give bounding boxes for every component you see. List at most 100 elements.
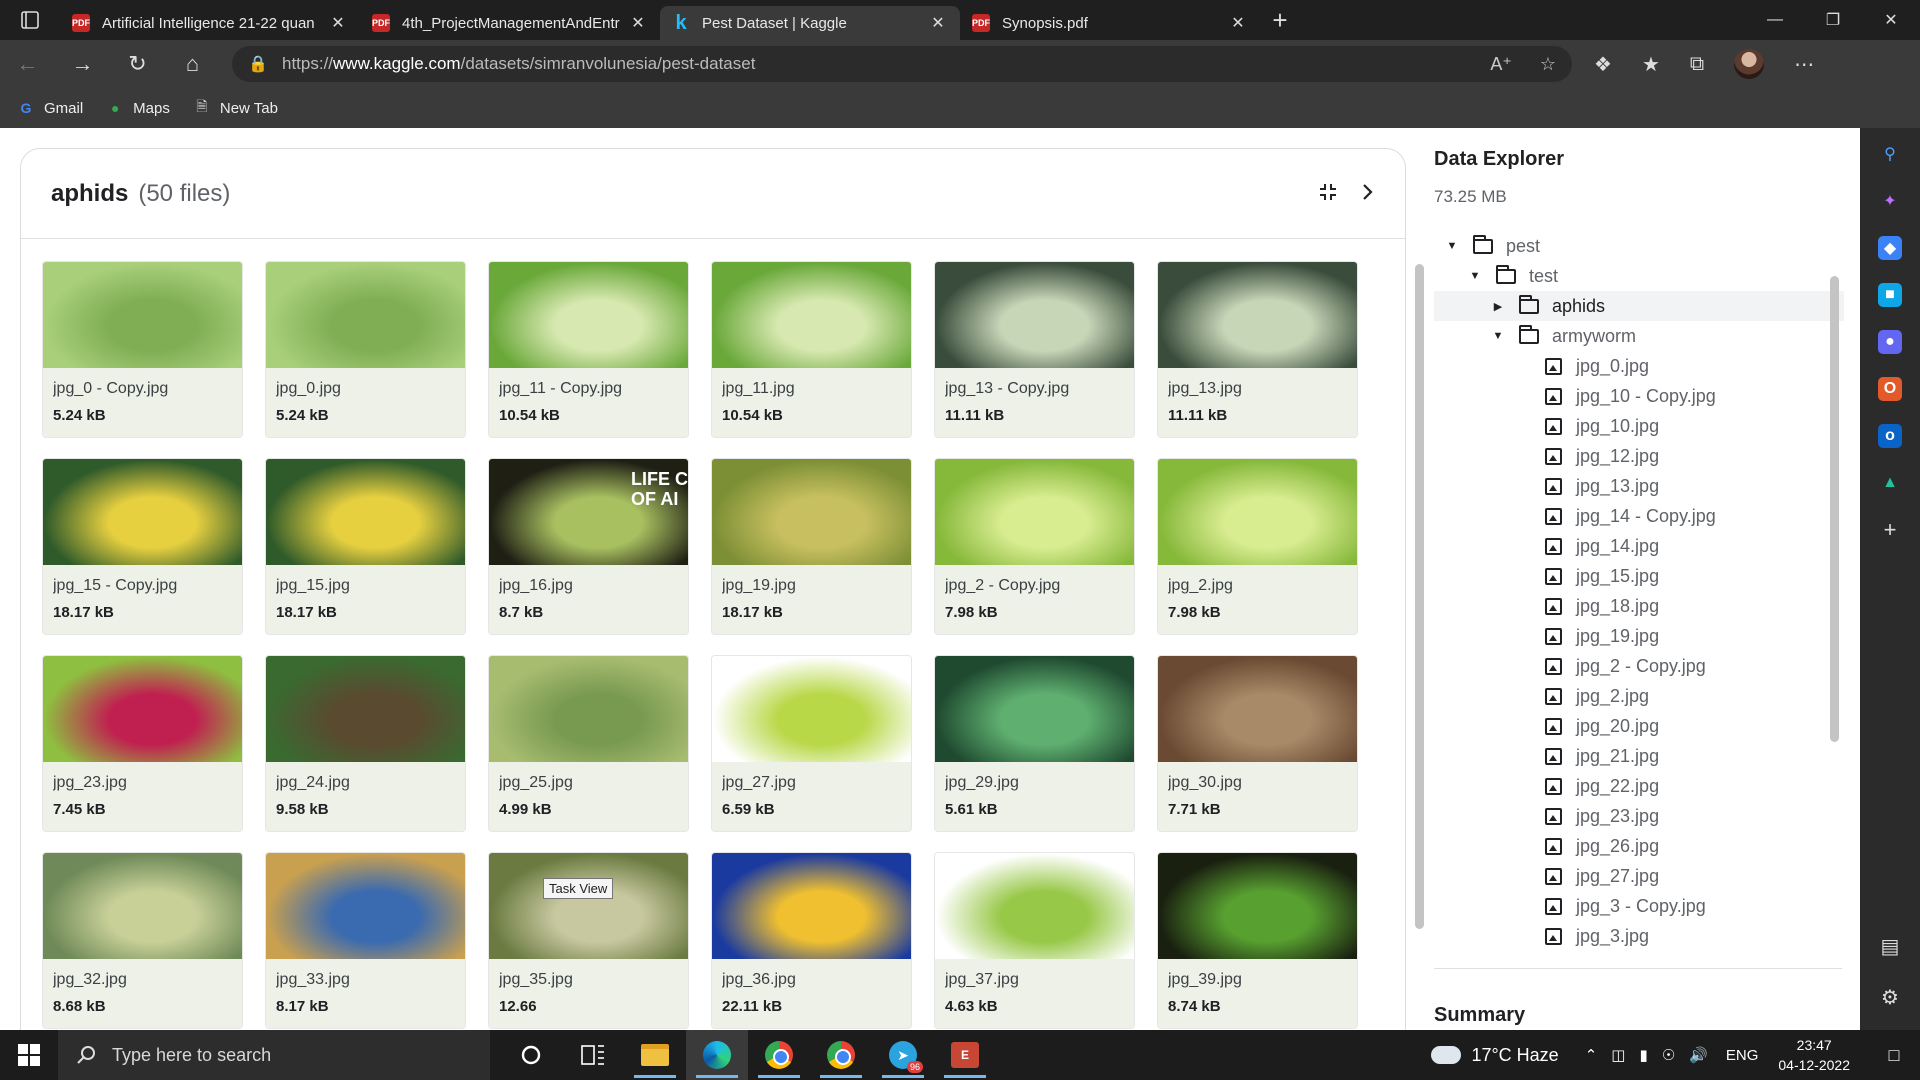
back-button[interactable]: ←: [0, 40, 55, 88]
battery-icon[interactable]: ▮: [1639, 1046, 1647, 1064]
browser-tab[interactable]: PDF Artificial Intelligence 21-22 quan ✕: [60, 6, 360, 40]
tab-actions-button[interactable]: [0, 0, 60, 40]
tree-file[interactable]: jpg_26.jpg: [1434, 831, 1844, 861]
tree-file[interactable]: jpg_0.jpg: [1434, 351, 1844, 381]
file-card[interactable]: jpg_33.jpg 8.17 kB: [265, 852, 466, 1029]
tree-file[interactable]: jpg_19.jpg: [1434, 621, 1844, 651]
chrome-app-2[interactable]: [810, 1030, 872, 1080]
collections-icon[interactable]: ⧉: [1690, 53, 1704, 76]
task-view-button[interactable]: [562, 1030, 624, 1080]
file-card[interactable]: jpg_24.jpg 9.58 kB: [265, 655, 466, 832]
tab-close-icon[interactable]: ✕: [1228, 13, 1248, 33]
add-sidebar-icon[interactable]: +: [1878, 517, 1902, 542]
file-card[interactable]: LIFE C OF AI jpg_16.jpg 8.7 kB: [488, 458, 689, 635]
outlook-icon[interactable]: o: [1878, 424, 1902, 448]
tree-file[interactable]: jpg_15.jpg: [1434, 561, 1844, 591]
file-card[interactable]: jpg_19.jpg 18.17 kB: [711, 458, 912, 635]
caret-down-icon[interactable]: ▼: [1444, 240, 1460, 252]
caret-down-icon[interactable]: ▼: [1467, 270, 1483, 282]
caret-down-icon[interactable]: ▼: [1490, 330, 1506, 342]
file-card[interactable]: jpg_15 - Copy.jpg 18.17 kB: [42, 458, 243, 635]
browser-tab[interactable]: k Pest Dataset | Kaggle ✕: [660, 6, 960, 40]
office-icon[interactable]: O: [1878, 377, 1902, 401]
edge-app[interactable]: [686, 1030, 748, 1080]
cortana-button[interactable]: [500, 1030, 562, 1080]
clock[interactable]: 23:47 04-12-2022: [1778, 1035, 1850, 1075]
file-card[interactable]: jpg_11.jpg 10.54 kB: [711, 261, 912, 438]
file-explorer-app[interactable]: [624, 1030, 686, 1080]
tree-file[interactable]: jpg_3.jpg: [1434, 921, 1844, 951]
file-card[interactable]: jpg_23.jpg 7.45 kB: [42, 655, 243, 832]
collapse-icon[interactable]: [1319, 181, 1337, 207]
tree-file[interactable]: jpg_10.jpg: [1434, 411, 1844, 441]
file-card[interactable]: jpg_25.jpg 4.99 kB: [488, 655, 689, 832]
home-button[interactable]: ⌂: [165, 40, 220, 88]
tree-file[interactable]: jpg_3 - Copy.jpg: [1434, 891, 1844, 921]
tree-file[interactable]: jpg_2 - Copy.jpg: [1434, 651, 1844, 681]
file-card[interactable]: jpg_29.jpg 5.61 kB: [934, 655, 1135, 832]
more-menu-icon[interactable]: ⋯: [1794, 52, 1814, 77]
browser-tab[interactable]: PDF Synopsis.pdf ✕: [960, 6, 1260, 40]
tree-file[interactable]: jpg_23.jpg: [1434, 801, 1844, 831]
discover-icon[interactable]: ✦: [1878, 189, 1902, 213]
file-card[interactable]: jpg_27.jpg 6.59 kB: [711, 655, 912, 832]
tree-file[interactable]: jpg_14.jpg: [1434, 531, 1844, 561]
forward-button[interactable]: →: [55, 40, 110, 88]
url-field[interactable]: 🔒 https://www.kaggle.com/datasets/simran…: [232, 46, 1572, 82]
favorites-icon[interactable]: ★: [1642, 52, 1660, 77]
tree-folder[interactable]: ▼ test: [1434, 261, 1844, 291]
taskbar-search[interactable]: Type here to search: [58, 1030, 490, 1080]
tab-close-icon[interactable]: ✕: [328, 13, 348, 33]
panel-scrollbar[interactable]: [1415, 264, 1424, 929]
search-icon[interactable]: ⚲: [1878, 142, 1902, 166]
tree-file[interactable]: jpg_22.jpg: [1434, 771, 1844, 801]
drop-icon[interactable]: ▲: [1878, 471, 1902, 495]
file-card[interactable]: jpg_37.jpg 4.63 kB: [934, 852, 1135, 1029]
new-tab-button[interactable]: +: [1260, 0, 1300, 40]
file-card[interactable]: jpg_11 - Copy.jpg 10.54 kB: [488, 261, 689, 438]
tree-file[interactable]: jpg_12.jpg: [1434, 441, 1844, 471]
tab-close-icon[interactable]: ✕: [628, 13, 648, 33]
weather-widget[interactable]: 17°C Haze: [1427, 1038, 1559, 1066]
chrome-app-1[interactable]: [748, 1030, 810, 1080]
tree-file[interactable]: jpg_10 - Copy.jpg: [1434, 381, 1844, 411]
start-button[interactable]: [0, 1030, 58, 1080]
lock-icon[interactable]: 🔒: [248, 54, 282, 74]
tools-icon[interactable]: ■: [1878, 283, 1902, 307]
tree-file[interactable]: jpg_27.jpg: [1434, 861, 1844, 891]
file-card[interactable]: jpg_13.jpg 11.11 kB: [1157, 261, 1358, 438]
add-favorite-icon[interactable]: ☆: [1540, 54, 1556, 75]
file-card[interactable]: jpg_32.jpg 8.68 kB: [42, 852, 243, 1029]
file-card[interactable]: jpg_0.jpg 5.24 kB: [265, 261, 466, 438]
chevron-up-icon[interactable]: ⌃: [1585, 1046, 1598, 1064]
chevron-right-icon[interactable]: [1361, 181, 1375, 207]
file-card[interactable]: jpg_39.jpg 8.74 kB: [1157, 852, 1358, 1029]
tree-folder[interactable]: ▼ pest: [1434, 231, 1844, 261]
extensions-icon[interactable]: ❖: [1594, 52, 1612, 77]
tree-file[interactable]: jpg_18.jpg: [1434, 591, 1844, 621]
device-icon[interactable]: ◫: [1611, 1046, 1625, 1064]
sidebar-settings-icon[interactable]: ⚙: [1881, 985, 1899, 1010]
read-aloud-icon[interactable]: A⁺: [1490, 54, 1512, 75]
bookmark-new-tab[interactable]: 🗎 New Tab: [192, 98, 278, 118]
volume-icon[interactable]: 🔊: [1689, 1046, 1708, 1064]
file-card[interactable]: jpg_15.jpg 18.17 kB: [265, 458, 466, 635]
close-window-button[interactable]: ✕: [1862, 0, 1920, 40]
restore-button[interactable]: ❐: [1804, 0, 1862, 40]
bookmark-maps[interactable]: ● Maps: [105, 98, 170, 118]
file-card[interactable]: jpg_13 - Copy.jpg 11.11 kB: [934, 261, 1135, 438]
tree-file[interactable]: jpg_21.jpg: [1434, 741, 1844, 771]
tree-folder[interactable]: ▶ aphids: [1434, 291, 1844, 321]
language-indicator[interactable]: ENG: [1726, 1047, 1759, 1064]
minimize-button[interactable]: —: [1746, 0, 1804, 40]
file-card[interactable]: jpg_30.jpg 7.71 kB: [1157, 655, 1358, 832]
hide-sidebar-icon[interactable]: ▤: [1881, 934, 1900, 959]
games-icon[interactable]: ●: [1878, 330, 1902, 354]
caret-right-icon[interactable]: ▶: [1490, 300, 1506, 313]
notifications-icon[interactable]: □: [1874, 1045, 1914, 1066]
profile-avatar[interactable]: [1734, 49, 1765, 79]
network-icon[interactable]: ☉: [1662, 1046, 1675, 1064]
presentation-app[interactable]: E: [934, 1030, 996, 1080]
tree-file[interactable]: jpg_13.jpg: [1434, 471, 1844, 501]
file-card[interactable]: jpg_0 - Copy.jpg 5.24 kB: [42, 261, 243, 438]
